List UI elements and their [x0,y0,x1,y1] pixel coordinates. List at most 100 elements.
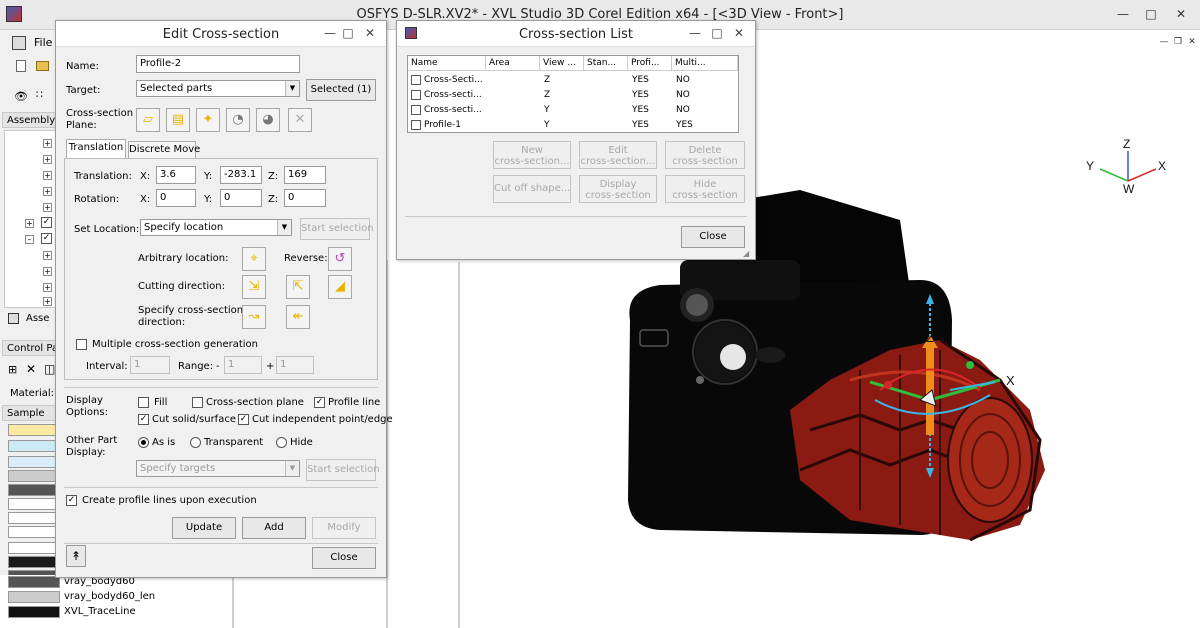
open-folder-icon[interactable] [36,61,49,71]
assembly-tab[interactable]: Assembly [2,112,58,128]
resize-grip-icon[interactable]: ◢ [743,249,749,258]
tree-collapse-icon[interactable]: – [25,235,34,244]
tree-expand-icon[interactable]: + [25,219,34,228]
specify-direction-icon[interactable]: ↝ [242,305,266,329]
cut-independent-checkbox[interactable]: ✓ [238,414,249,425]
view-eye-icon[interactable]: 👁 [14,90,28,103]
translation-x-input[interactable]: 3.6 [156,166,196,184]
material-list[interactable]: vray_bodyd60 vray_bodyd60_len XVL_TraceL… [0,575,232,628]
modify-button[interactable]: Modify [312,517,376,539]
cutting-dir-x-icon[interactable]: ⇲ [242,275,266,299]
cutting-dir-y-icon[interactable]: ⇱ [286,275,310,299]
chevron-down-icon[interactable]: ▼ [285,461,299,476]
tree-expand-icon[interactable]: + [43,251,52,260]
row-checkbox[interactable] [411,90,421,100]
selected-button[interactable]: Selected (1) [306,79,376,101]
plane-xy-icon[interactable]: ▱ [136,108,160,132]
rotation-y-input[interactable]: 0 [220,189,262,207]
cut-off-shape-button[interactable]: Cut off shape... [493,175,571,203]
start-selection-button[interactable]: Start selection [300,218,374,240]
start-selection-button-2[interactable]: Start selection [306,459,380,481]
tree-expand-icon[interactable]: + [43,187,52,196]
column-header[interactable]: View ... [540,56,584,71]
column-header[interactable]: Area [486,56,540,71]
material-swatch[interactable] [8,456,56,468]
tab-translation[interactable]: Translation [66,139,126,159]
material-swatch[interactable] [8,440,56,452]
table-row[interactable]: Cross-Secti... Z YES NO [408,73,738,88]
tree-expand-icon[interactable]: + [43,139,52,148]
mdi-minimize-icon[interactable]: — [1158,36,1170,48]
translation-y-input[interactable]: -283.1 [220,166,262,184]
profile-line-checkbox[interactable]: ✓ [314,397,325,408]
column-header[interactable]: Profi... [628,56,672,71]
range-min-input[interactable]: 1 [224,356,262,374]
close-button[interactable]: Close [681,226,745,248]
assembly-tab-2[interactable]: Asse [26,313,49,325]
chevron-down-icon[interactable]: ▼ [277,220,291,235]
cut-solid-checkbox[interactable]: ✓ [138,414,149,425]
tree-visibility-check[interactable]: ✓ [41,233,52,244]
plane-xz-icon[interactable]: ✦ [196,108,220,132]
maximize-icon[interactable]: □ [340,25,356,41]
close-button[interactable]: Close [312,547,376,569]
material-tool-icon[interactable]: ◫ [44,362,55,376]
material-swatch[interactable] [8,512,56,524]
tree-expand-icon[interactable]: + [43,297,52,306]
display-cross-section-button[interactable]: Display cross-section [579,175,657,203]
material-swatch[interactable] [8,470,56,482]
rotation-x-input[interactable]: 0 [156,189,196,207]
plane-pie-icon[interactable]: ◔ [226,108,250,132]
minimize-icon[interactable]: — [1114,6,1132,22]
new-cross-section-button[interactable]: New cross-section... [493,141,571,169]
translation-z-input[interactable]: 169 [284,166,326,184]
plane-yz-icon[interactable]: ▤ [166,108,190,132]
mdi-close-icon[interactable]: ✕ [1186,36,1198,48]
specify-direction-icon-2[interactable]: ↞ [286,305,310,329]
chevron-down-icon[interactable]: ▼ [285,81,299,96]
column-header[interactable]: Name [408,56,486,71]
assembly-tree[interactable]: + + + + + + ✓ – ✓ + + + + [4,130,56,308]
tree-expand-icon[interactable]: + [43,283,52,292]
row-checkbox[interactable] [411,120,421,130]
rotation-z-input[interactable]: 0 [284,189,326,207]
transform-gizmo[interactable]: X Z [850,290,1030,480]
table-row[interactable]: Profile-1 Y YES YES [408,118,738,133]
create-profile-lines-checkbox[interactable]: ✓ [66,495,77,506]
transparent-radio[interactable] [190,437,201,448]
minimize-icon[interactable]: — [322,25,338,41]
table-row[interactable]: Cross-secti... Y YES NO [408,103,738,118]
add-material-icon[interactable]: ⊞ [8,363,17,376]
set-location-select[interactable]: Specify location ▼ [140,219,292,236]
cross-section-plane-checkbox[interactable] [192,397,203,408]
reverse-icon[interactable]: ↺ [328,247,352,271]
delete-cross-section-button[interactable]: Delete cross-section [665,141,745,169]
tree-visibility-check[interactable]: ✓ [41,217,52,228]
material-swatch[interactable] [8,526,56,538]
add-button[interactable]: Add [242,517,306,539]
maximize-icon[interactable]: □ [709,25,725,41]
plane-clear-icon[interactable]: ✕ [288,108,312,132]
fill-checkbox[interactable] [138,397,149,408]
cross-section-table[interactable]: Name Area View ... Stan... Profi... Mult… [407,55,739,133]
new-file-icon[interactable] [16,60,26,72]
column-header[interactable]: Multi... [672,56,738,71]
list-item[interactable]: vray_bodyd60_len [8,590,232,604]
material-swatch[interactable] [8,556,56,568]
mdi-restore-icon[interactable]: ❐ [1172,36,1184,48]
name-input[interactable]: Profile-2 [136,55,300,73]
cutting-dir-z-icon[interactable]: ◢ [328,275,352,299]
column-header[interactable]: Stan... [584,56,628,71]
interval-input[interactable]: 1 [130,356,170,374]
material-swatch[interactable] [8,484,56,496]
range-max-input[interactable]: 1 [276,356,314,374]
close-icon[interactable]: ✕ [1172,6,1190,22]
plane-pie2-icon[interactable]: ◕ [256,108,280,132]
material-swatch[interactable] [8,498,56,510]
delete-material-icon[interactable]: ✕ [26,362,36,376]
maximize-icon[interactable]: □ [1142,6,1160,22]
hide-radio[interactable] [276,437,287,448]
minimize-icon[interactable]: — [687,25,703,41]
tree-expand-icon[interactable]: + [43,171,52,180]
row-checkbox[interactable] [411,105,421,115]
